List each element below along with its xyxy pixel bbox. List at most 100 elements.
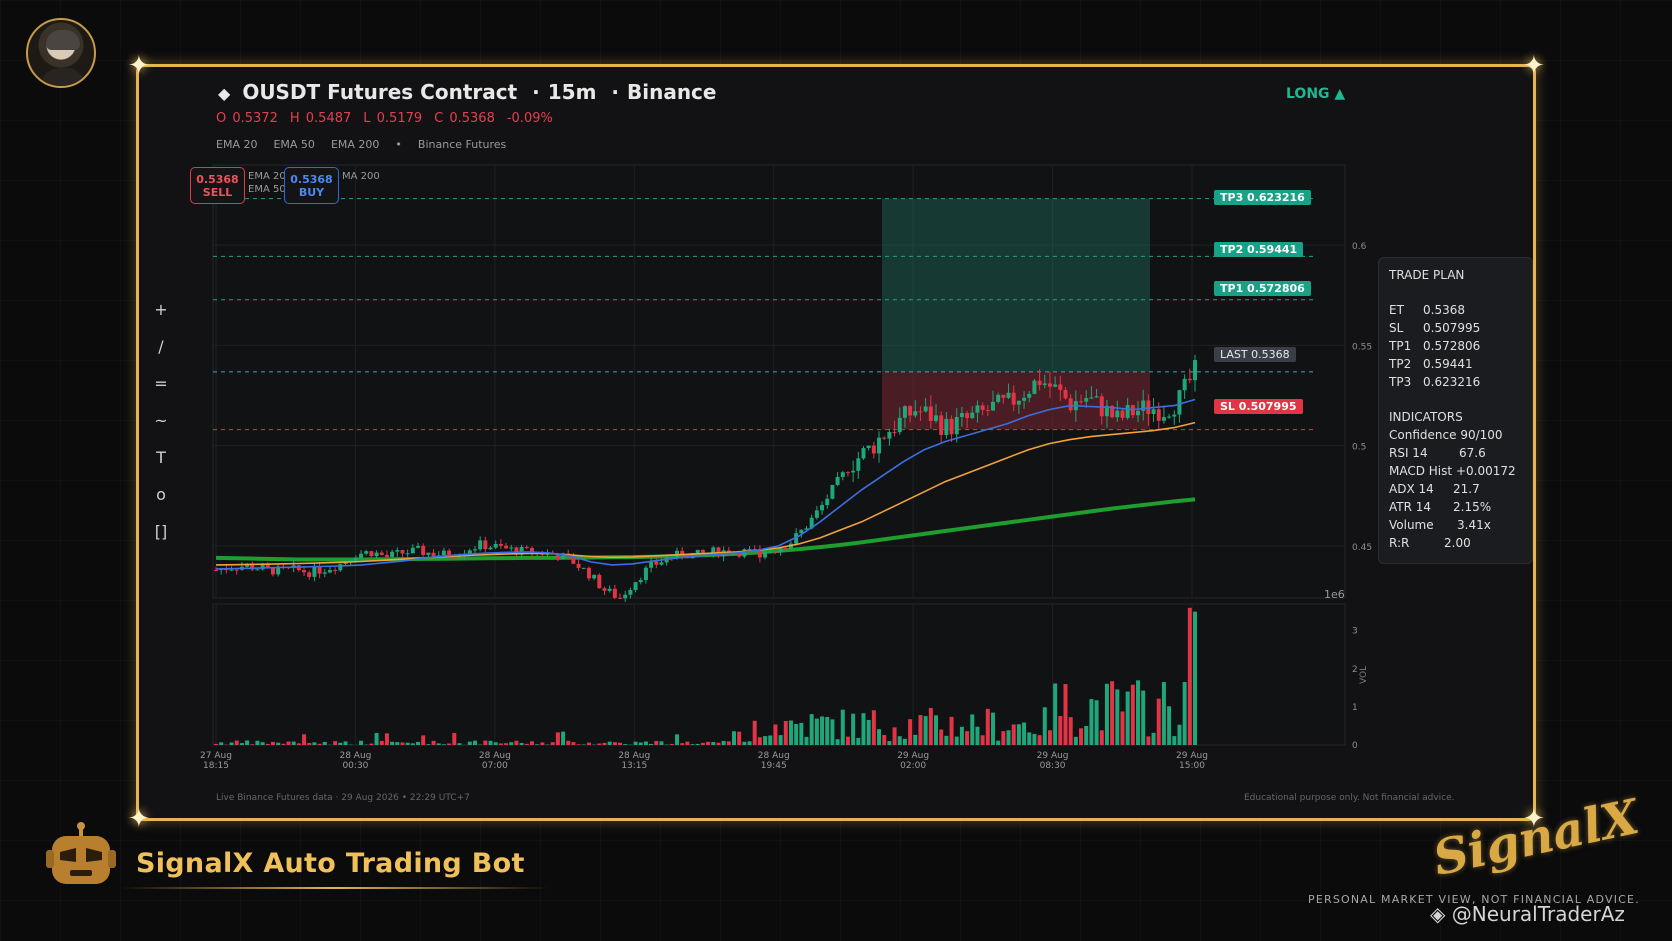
volume-bar: [985, 708, 990, 745]
candle-body: [1027, 393, 1032, 398]
candle-body: [918, 411, 923, 413]
volume-bar: [1187, 607, 1192, 745]
candle-body: [654, 561, 659, 565]
mini-legend-ema50: EMA 50: [248, 184, 286, 195]
candle-body: [1032, 380, 1037, 394]
handle-text[interactable]: @NeuralTraderAz: [1452, 902, 1625, 926]
candle-body: [421, 545, 426, 555]
volume-bar: [1084, 725, 1089, 745]
candle-body: [379, 552, 384, 555]
buy-price: 0.5368: [290, 173, 333, 186]
candle-body: [820, 505, 825, 511]
volume-bar: [1037, 735, 1042, 745]
volume-bar: [752, 720, 757, 745]
volume-bar: [830, 719, 835, 745]
candle-body: [498, 543, 503, 546]
volume-bar: [871, 710, 876, 745]
plan-row: ET 0.5368: [1389, 303, 1465, 317]
volume-bar: [1172, 736, 1177, 745]
x-tick-label: 29 Aug: [1037, 751, 1069, 761]
volume-bar: [742, 741, 747, 745]
volume-bar: [607, 741, 612, 745]
candle-body: [985, 409, 990, 411]
plan-row: TP1 0.572806: [1389, 339, 1481, 353]
volume-bar: [343, 741, 348, 745]
plan-row: TP2 0.59441: [1389, 357, 1473, 371]
volume-bar: [514, 740, 519, 745]
candle-body: [333, 569, 338, 571]
volume-bar: [778, 735, 783, 745]
volume-bar: [1167, 706, 1172, 745]
volume-bar: [799, 722, 804, 745]
candle-body: [483, 540, 488, 550]
volume-bar: [659, 741, 664, 745]
volume-pane: [212, 603, 1346, 746]
candle-body: [576, 563, 581, 568]
volume-bar: [436, 743, 441, 745]
x-tick-label: 28 Aug: [479, 751, 511, 761]
volume-bar: [1151, 732, 1156, 745]
indicator-row: RSI 14 67.6: [1389, 446, 1486, 460]
x-tick-label: 28 Aug: [339, 751, 371, 761]
mini-legend-ma200: MA 200: [342, 171, 380, 182]
volume-bar: [1177, 724, 1182, 745]
candle-body: [364, 551, 369, 554]
candle-body: [970, 412, 975, 418]
volume-bar: [794, 723, 799, 745]
tp1-tag: TP1 0.572806: [1214, 281, 1311, 296]
sl-tag: SL 0.507995: [1214, 399, 1303, 414]
volume-bar: [395, 742, 400, 745]
volume-bar: [706, 741, 711, 745]
candle-body: [369, 551, 374, 557]
volume-bar: [1161, 682, 1166, 745]
candle-body: [965, 413, 970, 418]
volume-bar: [944, 735, 949, 745]
candle-body: [1187, 378, 1192, 381]
trade-plan-panel: TRADE PLAN ET 0.5368 SL 0.507995 TP1 0.5728…: [1378, 257, 1533, 564]
vol-tick-label: 1: [1352, 703, 1358, 713]
sell-label: SELL: [202, 186, 233, 199]
candle-body: [778, 548, 783, 553]
volume-bar: [887, 741, 892, 745]
candle-body: [1047, 383, 1052, 387]
candle-body: [488, 547, 493, 550]
volume-bar: [923, 716, 928, 745]
candle-body: [628, 589, 633, 595]
indicator-row: ATR 14 2.15%: [1389, 500, 1492, 514]
volume-bar: [820, 716, 825, 745]
volume-bar: [1047, 730, 1052, 745]
candle-body: [980, 405, 985, 410]
volume-bar: [296, 743, 301, 745]
volume-bar: [571, 742, 576, 745]
candle-body: [851, 470, 856, 473]
candle-body: [410, 547, 415, 554]
volume-bar: [260, 742, 265, 745]
volume-bar: [1068, 717, 1073, 745]
candle-body: [840, 472, 845, 477]
candle-body: [768, 551, 773, 553]
candle-body: [944, 418, 949, 436]
volume-bar: [400, 742, 405, 745]
volume-bar: [877, 729, 882, 745]
candle-body: [1058, 384, 1063, 390]
candle-body: [374, 552, 379, 557]
x-tick-label: 28 Aug: [618, 751, 650, 761]
candle-body: [467, 550, 472, 554]
volume-bar: [421, 735, 426, 745]
buy-button[interactable]: 0.5368 BUY: [284, 167, 339, 204]
candle-body: [478, 540, 483, 550]
volume-bar: [1001, 731, 1006, 745]
volume-bar: [441, 744, 446, 745]
volume-bar: [307, 742, 312, 745]
volume-bar: [312, 742, 317, 745]
candle-body: [949, 418, 954, 435]
candle-body: [856, 458, 861, 471]
indicator-row: MACD Hist +0.00172: [1389, 464, 1516, 478]
candle-body: [384, 554, 389, 557]
candle-body: [659, 562, 664, 565]
binance-icon: ◈: [1430, 902, 1446, 926]
sell-button[interactable]: 0.5368 SELL: [190, 167, 245, 204]
candle-body: [312, 566, 317, 577]
volume-bar: [959, 726, 964, 745]
volume-bar: [1136, 680, 1141, 745]
